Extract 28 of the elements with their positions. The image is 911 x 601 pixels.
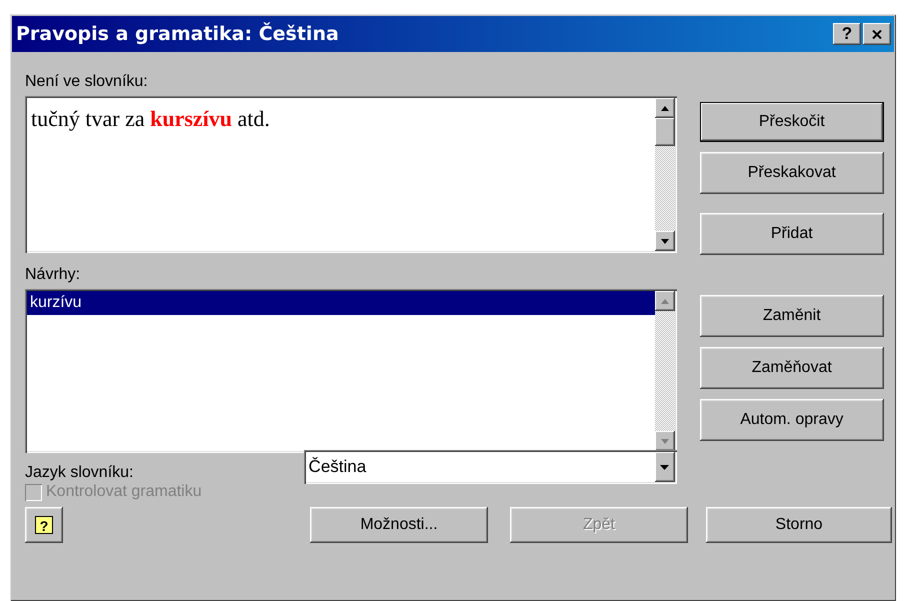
up-arrow-icon [660,298,669,304]
field-label: Návrhy: [25,265,82,285]
action-button[interactable]: Zaměnit [700,295,884,337]
dialog-button[interactable]: Storno [706,507,892,543]
down-arrow-icon [660,238,669,244]
text-area[interactable]: tučný tvar za kurszívu atd. [25,96,677,253]
dialog-button[interactable]: Možnosti... [310,507,488,543]
action-button[interactable]: Přidat [700,213,884,255]
scroll-thumb[interactable] [654,118,675,146]
sentence-text: tučný tvar za kurszívu atd. [30,105,271,133]
checkbox-label: Kontrolovat gramatiku [46,483,202,501]
scrollbar[interactable] [654,98,675,251]
close-button[interactable] [863,23,891,45]
help-button[interactable]: ? [25,507,63,543]
down-arrow-icon [660,438,669,444]
language-dropdown[interactable]: Čeština [304,450,677,484]
action-button[interactable]: Přeskočit [700,102,884,142]
up-arrow-icon [660,106,669,110]
action-button[interactable]: Zaměňovat [700,347,884,389]
field-label: Jazyk slovníku: [25,463,134,483]
window-title: Pravopis a gramatika: Čeština [16,23,339,45]
close-icon [872,30,882,38]
action-button[interactable]: Přeskakovat [700,152,884,194]
scrollbar[interactable] [654,291,675,451]
field-label: Není ve slovníku: [25,72,149,92]
list-item[interactable]: kurzívu [27,291,655,315]
action-button[interactable]: Autom. opravy [700,399,884,441]
help-title-button[interactable]: ? [833,23,861,45]
